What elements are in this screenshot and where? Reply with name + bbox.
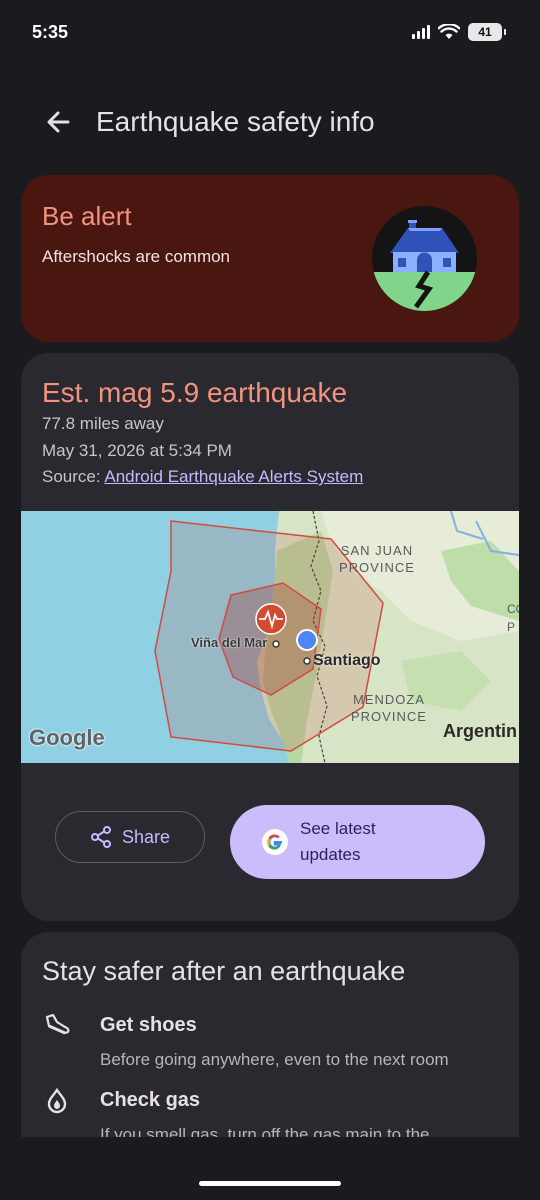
alert-card: Be alert Aftershocks are common bbox=[21, 175, 519, 342]
status-icons: 41 bbox=[412, 23, 506, 41]
earthquake-map[interactable]: Viña del Mar Santiago SAN JUAN PROVINCE … bbox=[21, 511, 519, 763]
status-bar: 5:35 41 bbox=[0, 0, 540, 64]
status-time: 5:35 bbox=[32, 21, 69, 42]
home-indicator[interactable] bbox=[199, 1181, 341, 1186]
tip-title: Get shoes bbox=[100, 1014, 197, 1036]
battery-icon: 41 bbox=[468, 23, 506, 41]
share-label: Share bbox=[121, 826, 171, 847]
santiago-dot bbox=[303, 657, 311, 665]
alert-title: Be alert bbox=[42, 201, 132, 231]
vina-dot bbox=[272, 640, 280, 648]
shoe-icon bbox=[45, 1013, 70, 1035]
earthquake-datetime: May 31, 2026 at 5:34 PM bbox=[42, 441, 232, 460]
app-bar: Earthquake safety info bbox=[0, 96, 540, 148]
google-g-icon bbox=[262, 829, 288, 855]
share-button[interactable]: Share bbox=[55, 811, 205, 863]
cellular-signal-icon bbox=[412, 25, 430, 39]
map-label-san-juan: SAN JUAN PROVINCE bbox=[339, 543, 415, 575]
house-earthquake-icon bbox=[372, 206, 477, 311]
map-label-mendoza: MENDOZA PROVINCE bbox=[351, 692, 427, 724]
earthquake-card: Est. mag 5.9 earthquake 77.8 miles away … bbox=[21, 353, 519, 921]
tip-title: Check gas bbox=[100, 1089, 201, 1111]
alert-subtitle: Aftershocks are common bbox=[42, 247, 231, 266]
map-label-vina: Viña del Mar bbox=[191, 635, 268, 650]
tips-title: Stay safer after an earthquake bbox=[42, 956, 406, 986]
earthquake-distance: 77.8 miles away bbox=[42, 414, 164, 433]
map-label-edge: CO P bbox=[507, 602, 519, 634]
see-latest-updates-button[interactable]: See latest updates bbox=[230, 805, 485, 879]
see-latest-updates-label: See latest updates bbox=[300, 819, 376, 864]
source-link[interactable]: Android Earthquake Alerts System bbox=[104, 467, 363, 486]
user-location-icon bbox=[296, 629, 318, 651]
earthquake-source: Source: Android Earthquake Alerts System bbox=[42, 467, 363, 487]
share-icon bbox=[90, 826, 111, 848]
wifi-icon bbox=[438, 24, 460, 39]
source-prefix: Source: bbox=[42, 467, 105, 486]
arrow-left-icon[interactable] bbox=[40, 106, 76, 138]
tip-description: Before going anywhere, even to the next … bbox=[100, 1050, 449, 1069]
google-logo: Google bbox=[29, 725, 105, 750]
earthquake-magnitude: Est. mag 5.9 earthquake bbox=[42, 377, 348, 408]
map-label-argentina: Argentin bbox=[443, 721, 517, 741]
safety-tips-card: Stay safer after an earthquake Get shoes… bbox=[21, 932, 519, 1137]
map-label-santiago: Santiago bbox=[313, 652, 381, 669]
gas-flame-icon bbox=[47, 1087, 67, 1114]
tip-description: If you smell gas, turn off the gas main … bbox=[100, 1125, 430, 1137]
page-title: Earthquake safety info bbox=[96, 106, 375, 137]
